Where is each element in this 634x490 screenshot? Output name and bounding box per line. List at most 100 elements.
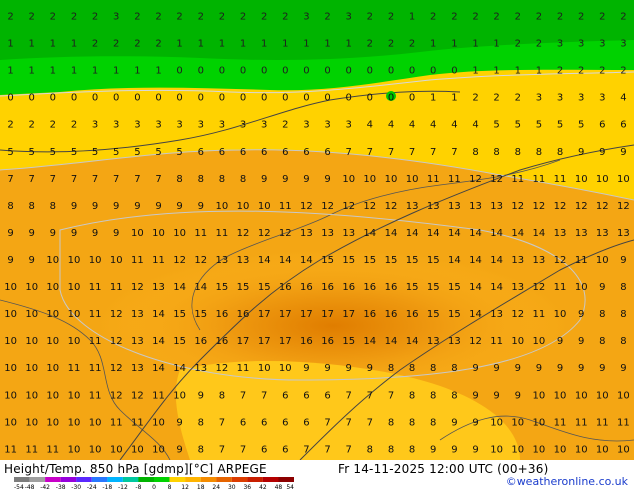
grid-value: 13 [511,255,524,266]
grid-value: 9 [176,201,182,212]
grid-value: 16 [406,309,419,320]
grid-value: 10 [46,363,59,374]
grid-value: 15 [321,255,334,266]
scale-label: -54 [14,484,24,490]
grid-value: 0 [134,93,140,104]
grid-value: 11 [554,417,567,428]
grid-value: 8 [620,309,626,320]
grid-value: 9 [620,255,626,266]
grid-value: 11 [89,336,102,347]
grid-value: 11 [490,336,503,347]
grid-value: 10 [25,363,38,374]
grid-value: 10 [279,363,292,374]
grid-value: 15 [448,309,461,320]
grid-value: 2 [472,12,478,23]
grid-value: 1 [451,93,457,104]
grid-value: 8 [557,147,563,158]
grid-value: 7 [240,390,246,401]
grid-value: 6 [282,390,288,401]
grid-value: 3 [578,93,584,104]
grid-value: 6 [324,390,330,401]
grid-value: 13 [216,255,229,266]
grid-value: 10 [110,255,123,266]
grid-value: 9 [557,363,563,374]
grid-value: 8 [620,336,626,347]
grid-value: 10 [46,309,59,320]
grid-value: 10 [385,174,398,185]
grid-value: 10 [490,417,503,428]
grid-value: 9 [472,417,478,428]
grid-value: 6 [240,147,246,158]
credit-link[interactable]: ©weatheronline.co.uk [506,475,628,488]
grid-value: 0 [282,66,288,77]
grid-value: 10 [173,228,186,239]
grid-value: 3 [578,39,584,50]
grid-value: 14 [152,363,165,374]
grid-value: 8 [29,201,35,212]
grid-value: 2 [92,39,98,50]
grid-value: 6 [282,444,288,455]
grid-value: 14 [406,228,419,239]
scale-label: 48 [275,484,283,490]
grid-value: 3 [261,120,267,131]
grid-value: 8 [240,174,246,185]
grid-value: 2 [113,39,119,50]
grid-value: 9 [29,255,35,266]
grid-value: 16 [194,336,207,347]
grid-value: 12 [533,201,546,212]
grid-value: 10 [533,417,546,428]
grid-value: 3 [176,120,182,131]
grid-value: 10 [25,309,38,320]
grid-value: 10 [533,336,546,347]
grid-value: 9 [92,201,98,212]
grid-value: 11 [131,255,144,266]
grid-value: 16 [385,309,398,320]
grid-value: 10 [575,444,588,455]
grid-value: 13 [321,228,334,239]
grid-value: 3 [303,120,309,131]
grid-value: 7 [409,147,415,158]
grid-value: 1 [29,66,35,77]
grid-value: 10 [25,282,38,293]
grid-value: 8 [536,147,542,158]
grid-value: 9 [599,363,605,374]
grid-value: 10 [25,336,38,347]
grid-value: 6 [324,147,330,158]
grid-value: 0 [198,93,204,104]
scale-label: 30 [228,484,236,490]
grid-value: 7 [92,174,98,185]
grid-value: 13 [554,228,567,239]
grid-value: 11 [89,390,102,401]
grid-value: 2 [50,120,56,131]
grid-value: 7 [346,147,352,158]
grid-value: 6 [303,417,309,428]
grid-value: 13 [617,228,630,239]
grid-value: 8 [219,390,225,401]
grid-value: 8 [219,174,225,185]
grid-value: 14 [511,228,524,239]
grid-value: 7 [29,174,35,185]
grid-value: 9 [451,417,457,428]
color-scale-legend: -54 -48 -42 -38 -30 -24 -18 -12 -8 0 8 12 18 24 30 36 42… [14,477,294,490]
grid-value: 17 [258,336,271,347]
grid-value: 0 [7,93,13,104]
grid-value: 14 [469,228,482,239]
grid-value: 17 [300,309,313,320]
grid-value: 11 [152,390,165,401]
grid-value: 9 [472,444,478,455]
grid-value: 9 [176,444,182,455]
grid-value: 15 [237,282,250,293]
grid-value: 9 [7,255,13,266]
grid-value: 9 [599,282,605,293]
grid-value: 14 [363,336,376,347]
grid-value: 8 [367,444,373,455]
grid-value: 11 [46,444,59,455]
grid-value: 0 [71,93,77,104]
map-title: Height/Temp. 850 hPa [gdmp][°C] ARPEGE [4,462,267,476]
scale-label: -42 [40,484,50,490]
grid-value: 3 [599,39,605,50]
grid-value: 14 [385,228,398,239]
grid-value: 8 [515,147,521,158]
grid-value: 0 [367,66,373,77]
grid-value: 1 [493,39,499,50]
